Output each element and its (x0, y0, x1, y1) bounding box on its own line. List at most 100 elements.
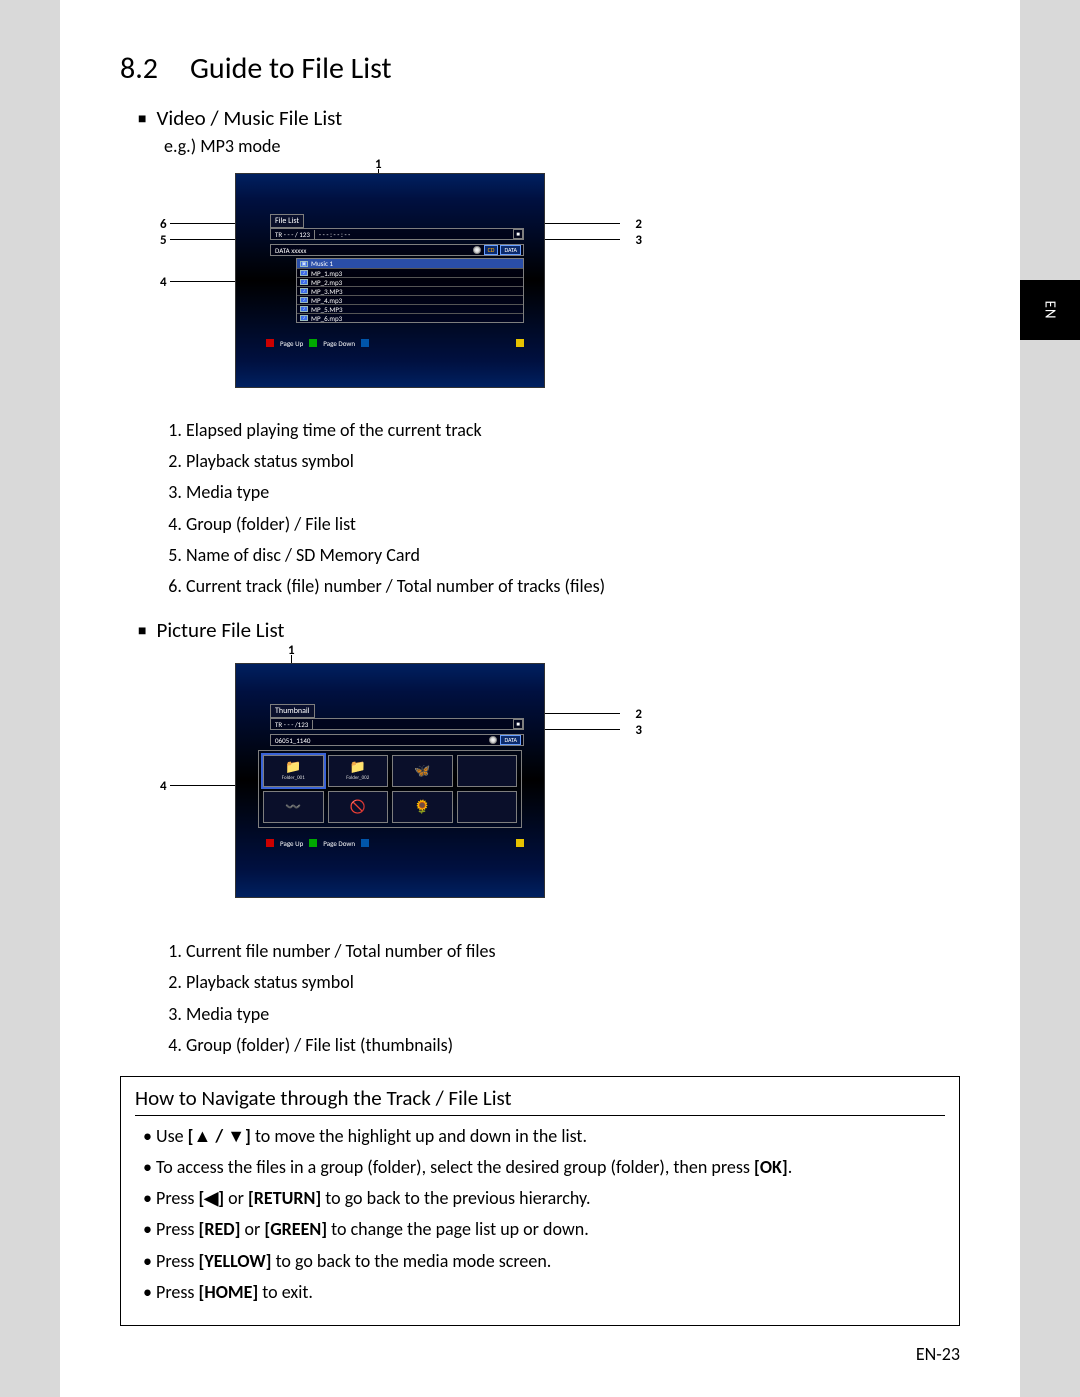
disc-icon (473, 246, 481, 254)
example-label: e.g.) MP3 mode (164, 135, 960, 157)
navigate-title: How to Navigate through the Track / File… (135, 1085, 945, 1116)
callout-5: 5 (160, 233, 167, 248)
blue-button-icon (361, 339, 369, 347)
pic-track-counter: TR - - - /123 (271, 720, 313, 729)
file-name: MP_3.MP3 (311, 287, 343, 296)
section-number: 8.2 (120, 50, 190, 87)
file-row: MP_6.mp3 (297, 313, 523, 322)
green-button-icon (309, 339, 317, 347)
vm-disc-row: DATA xxxxx CD DATA (270, 244, 524, 256)
file-name: Music 1 (311, 259, 333, 268)
thumbnail: 🚫 (328, 791, 389, 823)
file-row: MP_2.mp3 (297, 277, 523, 286)
file-row: MP_4.mp3 (297, 295, 523, 304)
yellow-button-icon (516, 339, 524, 347)
pic-disc-name: 06051_1140 (271, 736, 489, 745)
vm-status-row: TR - - - / 123 - - - : - - : - - ■ (270, 228, 524, 240)
vm-track-counter: TR - - - / 123 (271, 230, 315, 239)
thumbnail-label: Folder_002 (346, 775, 369, 781)
note-icon (300, 297, 308, 303)
manual-page: EN 8.2Guide to File List Video / Music F… (60, 0, 1020, 1397)
legend-item: Current file number / Total number of fi… (186, 939, 960, 964)
callout-4: 4 (160, 275, 167, 290)
video-music-diagram: 1 2 3 4 5 6 File List TR - - - / 123 - -… (160, 163, 640, 408)
legend-item: Media type (186, 1002, 960, 1027)
thumbnail-icon: 🚫 (350, 801, 366, 814)
page-up-label: Page Up (280, 339, 303, 348)
thumbnail-icon: 📁 (350, 761, 366, 774)
navigate-list: Use [▲ / ▼] to move the highlight up and… (135, 1124, 945, 1305)
note-icon (300, 270, 308, 276)
video-music-legend: Elapsed playing time of the current trac… (164, 418, 960, 599)
navigate-item: Press [◀] or [RETURN] to go back to the … (143, 1186, 945, 1211)
legend-item: Playback status symbol (186, 970, 960, 995)
legend-item: Elapsed playing time of the current trac… (186, 418, 960, 443)
pic-disc-row: 06051_1140 DATA (270, 734, 524, 746)
file-name: MP_1.mp3 (311, 269, 342, 278)
navigate-item: Press [YELLOW] to go back to the media m… (143, 1249, 945, 1274)
navigate-item: Press [HOME] to exit. (143, 1280, 945, 1305)
section-title-text: Guide to File List (190, 50, 392, 87)
thumbnail-icon: 🦋 (414, 765, 430, 778)
thumbnail-icon: 📁 (285, 761, 301, 774)
disc-icon (489, 736, 497, 744)
vm-screen: File List TR - - - / 123 - - - : - - : -… (235, 173, 545, 388)
page-down-label: Page Down (323, 839, 355, 848)
pcallout-2: 2 (635, 707, 642, 722)
stop-icon: ■ (513, 719, 523, 729)
vm-time: - - - : - - : - - (315, 230, 354, 239)
thumbnail-icon: 🌻 (414, 801, 430, 814)
legend-item: Group (folder) / File list (thumbnails) (186, 1033, 960, 1058)
callout-3: 3 (635, 233, 642, 248)
vm-disc-name: DATA xxxxx (271, 246, 473, 255)
callout-2: 2 (635, 217, 642, 232)
picture-legend: Current file number / Total number of fi… (164, 939, 960, 1058)
pic-nav-row: Page Up Page Down (266, 837, 524, 849)
note-icon (300, 315, 308, 321)
pic-screen: Thumbnail TR - - - /123 ■ 06051_1140 DAT… (235, 663, 545, 898)
media-chip-data: DATA (500, 245, 521, 255)
file-row: MP_5.MP3 (297, 304, 523, 313)
thumbnail: 🦋 (392, 755, 453, 787)
green-button-icon (309, 839, 317, 847)
pic-thumb-grid: 📁Folder_001📁Folder_002🦋〰️🚫🌻 (258, 750, 522, 828)
thumbnail (457, 791, 518, 823)
file-row: MP_1.mp3 (297, 268, 523, 277)
navigate-item: Press [RED] or [GREEN] to change the pag… (143, 1217, 945, 1242)
pcallout-4: 4 (160, 779, 167, 794)
thumbnail: 📁Folder_002 (328, 755, 389, 787)
thumbnail: 📁Folder_001 (263, 755, 324, 787)
file-name: MP_6.mp3 (311, 314, 342, 323)
language-tab: EN (1020, 280, 1080, 340)
thumbnail-icon: 〰️ (285, 801, 301, 814)
red-button-icon (266, 339, 274, 347)
vm-screen-title: File List (270, 214, 304, 228)
vm-file-list: Music 1MP_1.mp3MP_2.mp3MP_3.MP3MP_4.mp3M… (296, 258, 524, 323)
navigate-item: To access the files in a group (folder),… (143, 1155, 945, 1180)
legend-item: Media type (186, 480, 960, 505)
thumbnail: 〰️ (263, 791, 324, 823)
media-chip-cd: CD (484, 245, 499, 255)
picture-diagram: 1 2 3 4 Thumbnail TR - - - /123 ■ 06051_… (160, 649, 640, 929)
legend-item: Name of disc / SD Memory Card (186, 543, 960, 568)
file-row: MP_3.MP3 (297, 286, 523, 295)
pic-status-row: TR - - - /123 ■ (270, 718, 524, 730)
file-row: Music 1 (297, 259, 523, 268)
picture-heading: Picture File List (138, 617, 960, 643)
page-down-label: Page Down (323, 339, 355, 348)
note-icon (300, 288, 308, 294)
callout-6: 6 (160, 217, 167, 232)
folder-icon (300, 261, 308, 267)
thumbnail-label: Folder_001 (282, 775, 305, 781)
page-up-label: Page Up (280, 839, 303, 848)
legend-item: Current track (file) number / Total numb… (186, 574, 960, 599)
stop-icon: ■ (513, 229, 523, 239)
legend-item: Playback status symbol (186, 449, 960, 474)
thumbnail: 🌻 (392, 791, 453, 823)
navigate-box: How to Navigate through the Track / File… (120, 1076, 960, 1326)
blue-button-icon (361, 839, 369, 847)
legend-item: Group (folder) / File list (186, 512, 960, 537)
video-music-heading: Video / Music File List (138, 105, 960, 131)
pcallout-3: 3 (635, 723, 642, 738)
page-number: EN-23 (916, 1343, 960, 1365)
